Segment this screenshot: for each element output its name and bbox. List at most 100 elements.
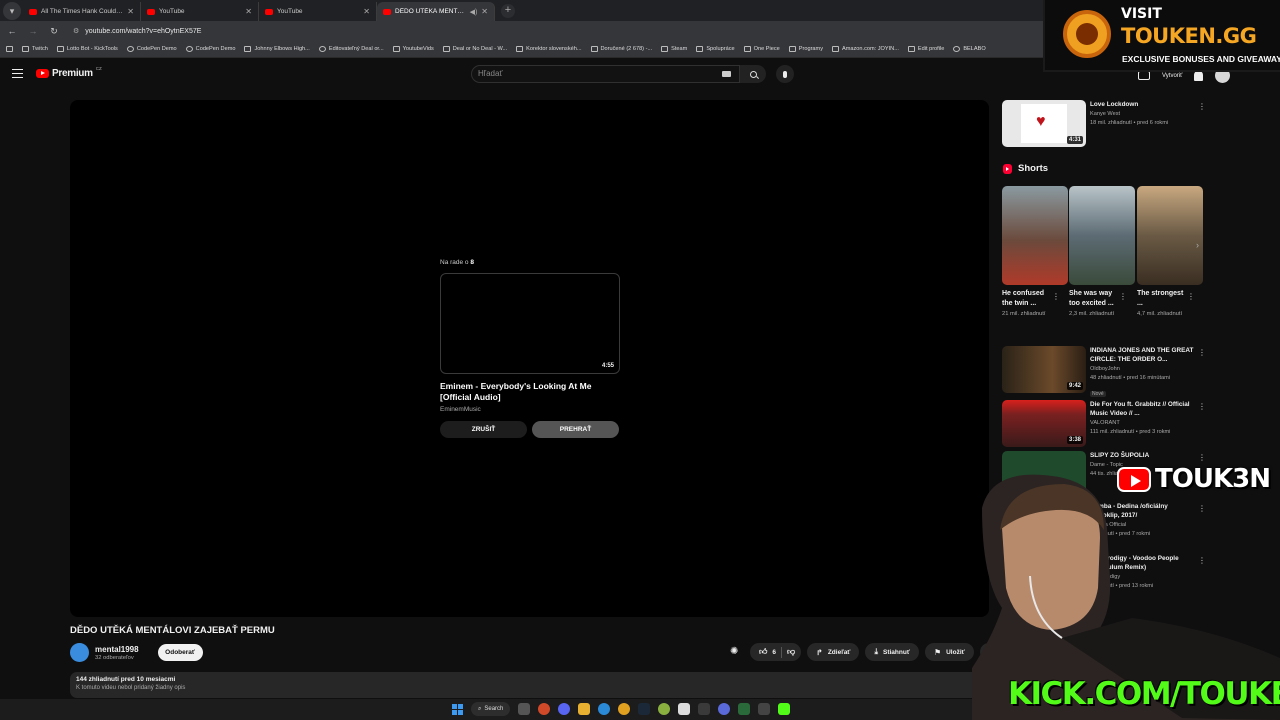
tab-close-icon[interactable]: ✕ <box>481 7 488 16</box>
more-options-icon[interactable]: ⋮ <box>1198 102 1206 111</box>
short-item[interactable]: She was way too excited ... 2,3 mil. zhl… <box>1069 186 1135 318</box>
bookmark-item[interactable]: One Piece <box>743 46 780 52</box>
sidebar-video-item[interactable]: 3:38 Die For You ft. Grabbitz // Officia… <box>1002 400 1206 447</box>
short-thumbnail[interactable] <box>1069 186 1135 285</box>
short-item[interactable]: The strongest ... 4,7 mil. zhliadnutí ⋮ <box>1137 186 1203 318</box>
app-icon[interactable] <box>718 703 731 715</box>
new-tab-button[interactable]: + <box>501 4 515 18</box>
windows-start-icon[interactable] <box>452 703 463 715</box>
bookmark-item[interactable]: Twitch <box>22 46 48 52</box>
more-options-icon[interactable]: ⋮ <box>1119 292 1127 301</box>
save-button[interactable]: ⚑ Uložiť <box>924 643 974 661</box>
short-title[interactable]: The strongest ... <box>1137 289 1189 308</box>
keyboard-icon[interactable] <box>722 71 731 77</box>
video-player[interactable]: Na rade o 8 4:55 Eminem - Everybody's Lo… <box>70 100 989 617</box>
browser-tab[interactable]: All The Times Hank Could've Cr ✕ <box>23 2 141 21</box>
more-options-icon[interactable]: ⋮ <box>1052 292 1060 301</box>
app-icon[interactable] <box>678 703 691 715</box>
play-next-button[interactable]: PREHRAŤ <box>532 421 619 438</box>
sidebar-video-item[interactable]: ♥ 4:31 Love Lockdown Kanye West 18 mil. … <box>1002 100 1206 147</box>
bookmark-item[interactable]: Programy <box>788 46 823 52</box>
youtube-logo[interactable]: Premium CZ <box>36 66 102 79</box>
short-title[interactable]: He confused the twin ... <box>1002 289 1054 308</box>
search-button[interactable] <box>740 65 766 83</box>
video-title[interactable]: Die For You ft. Grabbitz // Official Mus… <box>1090 400 1194 418</box>
voice-search-button[interactable] <box>776 65 794 83</box>
menu-icon[interactable] <box>12 69 23 78</box>
subscribe-button[interactable]: Odoberať <box>157 644 203 661</box>
more-options-icon[interactable]: ⋮ <box>1187 292 1195 301</box>
browser-tab[interactable]: YouTube ✕ <box>259 2 377 21</box>
like-icon[interactable]: 👍︎ <box>759 647 767 657</box>
steam-icon[interactable] <box>638 703 651 715</box>
app-icon[interactable] <box>698 703 711 715</box>
bookmark-item[interactable]: Deal or No Deal - W... <box>442 46 507 52</box>
taskbar-search[interactable]: ⌕ Search <box>471 702 511 716</box>
channel-avatar[interactable] <box>70 643 89 662</box>
tab-close-icon[interactable]: ✕ <box>245 7 252 16</box>
video-thumbnail[interactable]: 3:38 <box>1002 400 1086 447</box>
upnext-thumbnail[interactable]: 4:55 <box>440 273 620 374</box>
short-item[interactable]: He confused the twin ... 21 mil. zhliadn… <box>1002 186 1068 318</box>
sidebar-video-item[interactable]: 9:42 INDIANA JONES AND THE GREAT CIRCLE:… <box>1002 346 1206 400</box>
download-button[interactable]: ⤓ Stiahnuť <box>865 643 919 661</box>
task-view-icon[interactable] <box>518 703 531 715</box>
bookmark-item[interactable]: BELABO <box>953 46 986 52</box>
description-box[interactable]: 144 zhliadnutí pred 10 mesiacmi K tomuto… <box>70 672 989 698</box>
file-explorer-icon[interactable] <box>578 703 591 715</box>
search-input[interactable]: Hľadať <box>471 65 740 83</box>
browser-tab-active[interactable]: DĚDO UTĚKÁ MENTÁLOVI ◀) ✕ <box>377 2 495 21</box>
tab-close-icon[interactable]: ✕ <box>363 7 370 16</box>
video-title[interactable]: INDIANA JONES AND THE GREAT CIRCLE: THE … <box>1090 346 1194 364</box>
channel-name[interactable]: mental1998 <box>95 645 139 654</box>
edge-icon[interactable] <box>598 703 611 715</box>
url-field[interactable]: ⚙ youtube.com/watch?v=ehOytnEX57E <box>73 27 201 35</box>
dislike-icon[interactable]: 👎︎ <box>787 647 795 657</box>
bookmark-item[interactable]: Editovateľný Deal or... <box>318 46 384 52</box>
notifications-bell-icon[interactable] <box>1194 70 1204 81</box>
bookmark-item[interactable]: Edit profile <box>907 46 944 52</box>
like-count[interactable]: 6 <box>772 649 776 656</box>
create-icon[interactable] <box>1138 71 1150 80</box>
video-title[interactable]: Love Lockdown <box>1090 100 1194 109</box>
site-info-icon[interactable]: ⚙ <box>73 28 79 35</box>
bookmark-item[interactable]: Spolupráce <box>696 46 735 52</box>
short-thumbnail[interactable] <box>1002 186 1068 285</box>
video-thumbnail[interactable]: 9:42 <box>1002 346 1086 393</box>
more-options-icon[interactable]: ⋮ <box>1198 453 1206 462</box>
tab-close-icon[interactable]: ✕ <box>127 7 134 16</box>
short-title[interactable]: She was way too excited ... <box>1069 289 1121 308</box>
bookmark-item[interactable]: Johnny Elbows High... <box>244 46 310 52</box>
chrome-icon[interactable] <box>618 703 631 715</box>
kick-app-icon[interactable] <box>778 703 791 715</box>
app-icon[interactable] <box>658 703 671 715</box>
upnext-title[interactable]: Eminem - Everybody's Looking At Me [Offi… <box>440 381 621 403</box>
bookmark-item[interactable]: Amazon.com: JOYIN... <box>832 46 899 52</box>
browser-tab[interactable]: YouTube ✕ <box>141 2 259 21</box>
speaker-icon[interactable]: ◀) <box>470 8 478 16</box>
bookmark-item[interactable]: Korektor slovenskéh... <box>516 46 582 52</box>
app-icon[interactable] <box>738 703 751 715</box>
short-thumbnail[interactable] <box>1137 186 1203 285</box>
back-arrow-icon[interactable]: ← <box>6 26 18 36</box>
create-label[interactable]: Vytvoriť <box>1162 73 1182 79</box>
bookmark-item[interactable]: CodePen Demo <box>126 46 177 52</box>
tab-search-icon[interactable]: ▾ <box>3 2 21 20</box>
sparkle-icon[interactable]: ✺ <box>730 646 742 658</box>
share-button[interactable]: ↱ Zdieľať <box>807 643 860 661</box>
more-options-icon[interactable]: ⋮ <box>1198 348 1206 357</box>
notepad-icon[interactable] <box>758 703 771 715</box>
apps-grid-icon[interactable] <box>6 46 13 52</box>
forward-arrow-icon[interactable]: → <box>27 26 39 36</box>
bookmark-item[interactable]: YoutubeVids <box>392 46 434 52</box>
bookmark-item[interactable]: Doručené (2 678) -... <box>590 46 652 52</box>
bookmark-item[interactable]: Lotto Bot - KickTools <box>56 46 118 52</box>
video-title[interactable]: SLIPY ZO ŠUPOLIA <box>1090 451 1194 460</box>
bookmark-item[interactable]: CodePen Demo <box>185 46 235 52</box>
discord-icon[interactable] <box>558 703 571 715</box>
bookmark-item[interactable]: Steam <box>661 46 687 52</box>
video-thumbnail[interactable]: ♥ 4:31 <box>1002 100 1086 147</box>
app-icon[interactable] <box>538 703 551 715</box>
cancel-autoplay-button[interactable]: ZRUŠIŤ <box>440 421 527 438</box>
more-options-icon[interactable]: ⋮ <box>1198 402 1206 411</box>
